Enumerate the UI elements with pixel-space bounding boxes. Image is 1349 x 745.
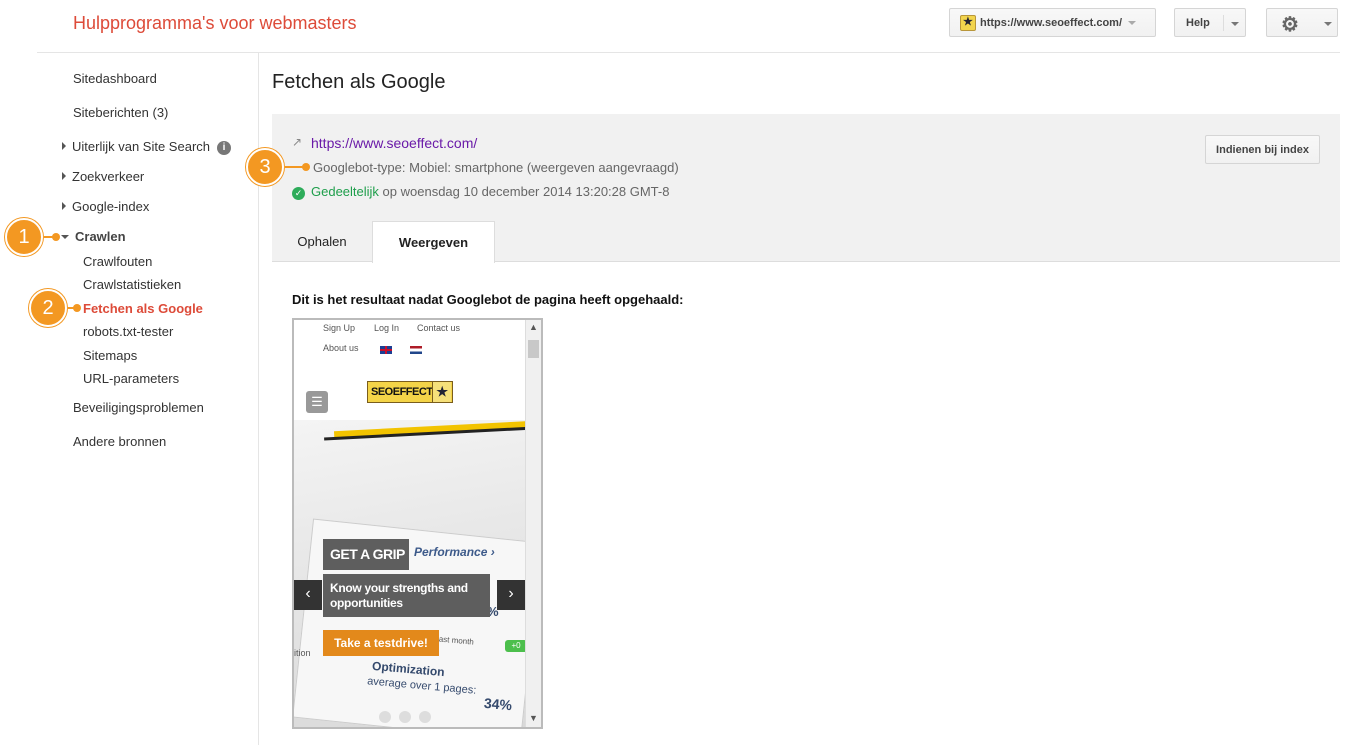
- site-selector[interactable]: https://www.seoeffect.com/: [949, 8, 1156, 37]
- triangle-down-icon: [61, 235, 69, 239]
- gear-icon: ⚙: [1281, 14, 1299, 36]
- sidebar-item-siteberichten[interactable]: Siteberichten (3): [73, 105, 168, 120]
- app-title: Hulpprogramma's voor webmasters: [73, 13, 357, 33]
- sidebar-item-label: Google-index: [72, 199, 150, 214]
- uk-flag-icon: [380, 346, 392, 354]
- result-heading: Dit is het resultaat nadat Googlebot de …: [292, 292, 684, 307]
- sidebar-subitem-robots-tester[interactable]: robots.txt-tester: [83, 324, 173, 339]
- rendered-page-preview: Sign Up Log In Contact us About us SEOEF…: [292, 318, 543, 729]
- callout-dot-1: [52, 233, 60, 241]
- sidebar-item-label: Crawlen: [75, 229, 126, 244]
- status-detail: op woensdag 10 december 2014 13:20:28 GM…: [378, 184, 670, 199]
- chevron-left-icon: ‹: [294, 580, 322, 610]
- preview-badge: +0: [505, 640, 525, 652]
- site-selector-value: https://www.seoeffect.com/: [980, 16, 1123, 29]
- help-button-label: Help: [1186, 16, 1210, 29]
- chevron-down-icon: [1324, 22, 1332, 26]
- fetch-status: ✓ Gedeeltelijk op woensdag 10 december 20…: [292, 184, 669, 200]
- external-link-icon[interactable]: ↗: [292, 135, 302, 149]
- tab-ophalen[interactable]: Ophalen: [272, 221, 372, 262]
- triangle-right-icon: [62, 172, 66, 180]
- sidebar-item-sitedashboard[interactable]: Sitedashboard: [73, 71, 157, 86]
- sidebar-item-uiterlijk[interactable]: Uiterlijk van Site Search i: [62, 139, 231, 155]
- sidebar-item-beveiligingsproblemen[interactable]: Beveiligingsproblemen: [73, 400, 204, 415]
- triangle-right-icon: [62, 142, 66, 150]
- preview-average-pct: 34%: [483, 694, 513, 714]
- googlebot-type: Googlebot-type: Mobiel: smartphone (weer…: [313, 160, 679, 175]
- sidebar-item-andere-bronnen[interactable]: Andere bronnen: [73, 434, 166, 449]
- scroll-up-icon[interactable]: ▲: [529, 322, 538, 332]
- divider: [1223, 15, 1224, 31]
- callout-dot-2: [73, 304, 81, 312]
- preview-testdrive-button: Take a testdrive!: [323, 630, 439, 656]
- help-button[interactable]: Help: [1174, 8, 1246, 37]
- check-circle-icon: ✓: [292, 187, 305, 200]
- sidebar-item-zoekverkeer[interactable]: Zoekverkeer: [62, 169, 144, 184]
- chevron-down-icon: [1128, 20, 1137, 25]
- preview-grip-sub: Know your strengths and opportunities: [323, 574, 490, 617]
- chevron-down-icon: [1231, 22, 1239, 26]
- preview-performance-text: Performance ›: [414, 545, 495, 559]
- preview-scrollbar[interactable]: ▲ ▼: [525, 320, 541, 727]
- header-divider: [37, 52, 1340, 53]
- sidebar-subitem-fetchen-als-google[interactable]: Fetchen als Google: [83, 301, 203, 316]
- info-icon[interactable]: i: [217, 141, 231, 155]
- sidebar-item-google-index[interactable]: Google-index: [62, 199, 149, 214]
- callout-badge-1: 1: [5, 218, 43, 256]
- chevron-right-icon: ›: [497, 580, 525, 610]
- callout-dot-3: [302, 163, 310, 171]
- carousel-dot: [379, 711, 391, 723]
- carousel-dot: [419, 711, 431, 723]
- submit-to-index-button[interactable]: Indienen bij index: [1205, 135, 1320, 164]
- preview-link-about: About us: [323, 343, 359, 353]
- preview-grip-heading: GET A GRIP: [323, 539, 409, 570]
- carousel-dots: [379, 710, 439, 727]
- sidebar-subitem-crawlstatistieken[interactable]: Crawlstatistieken: [83, 277, 181, 292]
- tab-weergeven[interactable]: Weergeven: [372, 221, 495, 263]
- preview-link-contact: Contact us: [417, 323, 461, 333]
- sidebar-subitem-sitemaps[interactable]: Sitemaps: [83, 348, 137, 363]
- triangle-right-icon: [62, 202, 66, 210]
- sidebar-subitem-crawlfouten[interactable]: Crawlfouten: [83, 254, 152, 269]
- carousel-dot: [399, 711, 411, 723]
- scrollbar-thumb[interactable]: [528, 340, 539, 358]
- site-favicon-icon: [960, 14, 976, 31]
- status-label[interactable]: Gedeeltelijk: [311, 184, 379, 199]
- scroll-down-icon[interactable]: ▼: [529, 713, 538, 723]
- hamburger-menu-icon: ☰: [306, 391, 328, 413]
- settings-button[interactable]: ⚙: [1266, 8, 1338, 37]
- result-url-link[interactable]: https://www.seoeffect.com/: [311, 135, 477, 151]
- preview-link-login: Log In: [374, 323, 400, 333]
- preview-ition: ition: [294, 648, 311, 658]
- seoeffect-logo: SEOEFFECT: [367, 381, 453, 403]
- callout-badge-2: 2: [29, 289, 67, 327]
- nl-flag-icon: [410, 346, 422, 354]
- sidebar-item-label: Uiterlijk van Site Search: [72, 139, 210, 154]
- sidebar-subitem-url-parameters[interactable]: URL-parameters: [83, 371, 179, 386]
- sidebar-item-label: Zoekverkeer: [72, 169, 145, 184]
- preview-link-signup: Sign Up: [323, 323, 356, 333]
- page-title: Fetchen als Google: [272, 71, 446, 93]
- sidebar-item-crawlen[interactable]: Crawlen: [61, 229, 126, 244]
- rendered-screenshot: Sign Up Log In Contact us About us SEOEF…: [294, 320, 525, 727]
- callout-badge-3: 3: [246, 148, 284, 186]
